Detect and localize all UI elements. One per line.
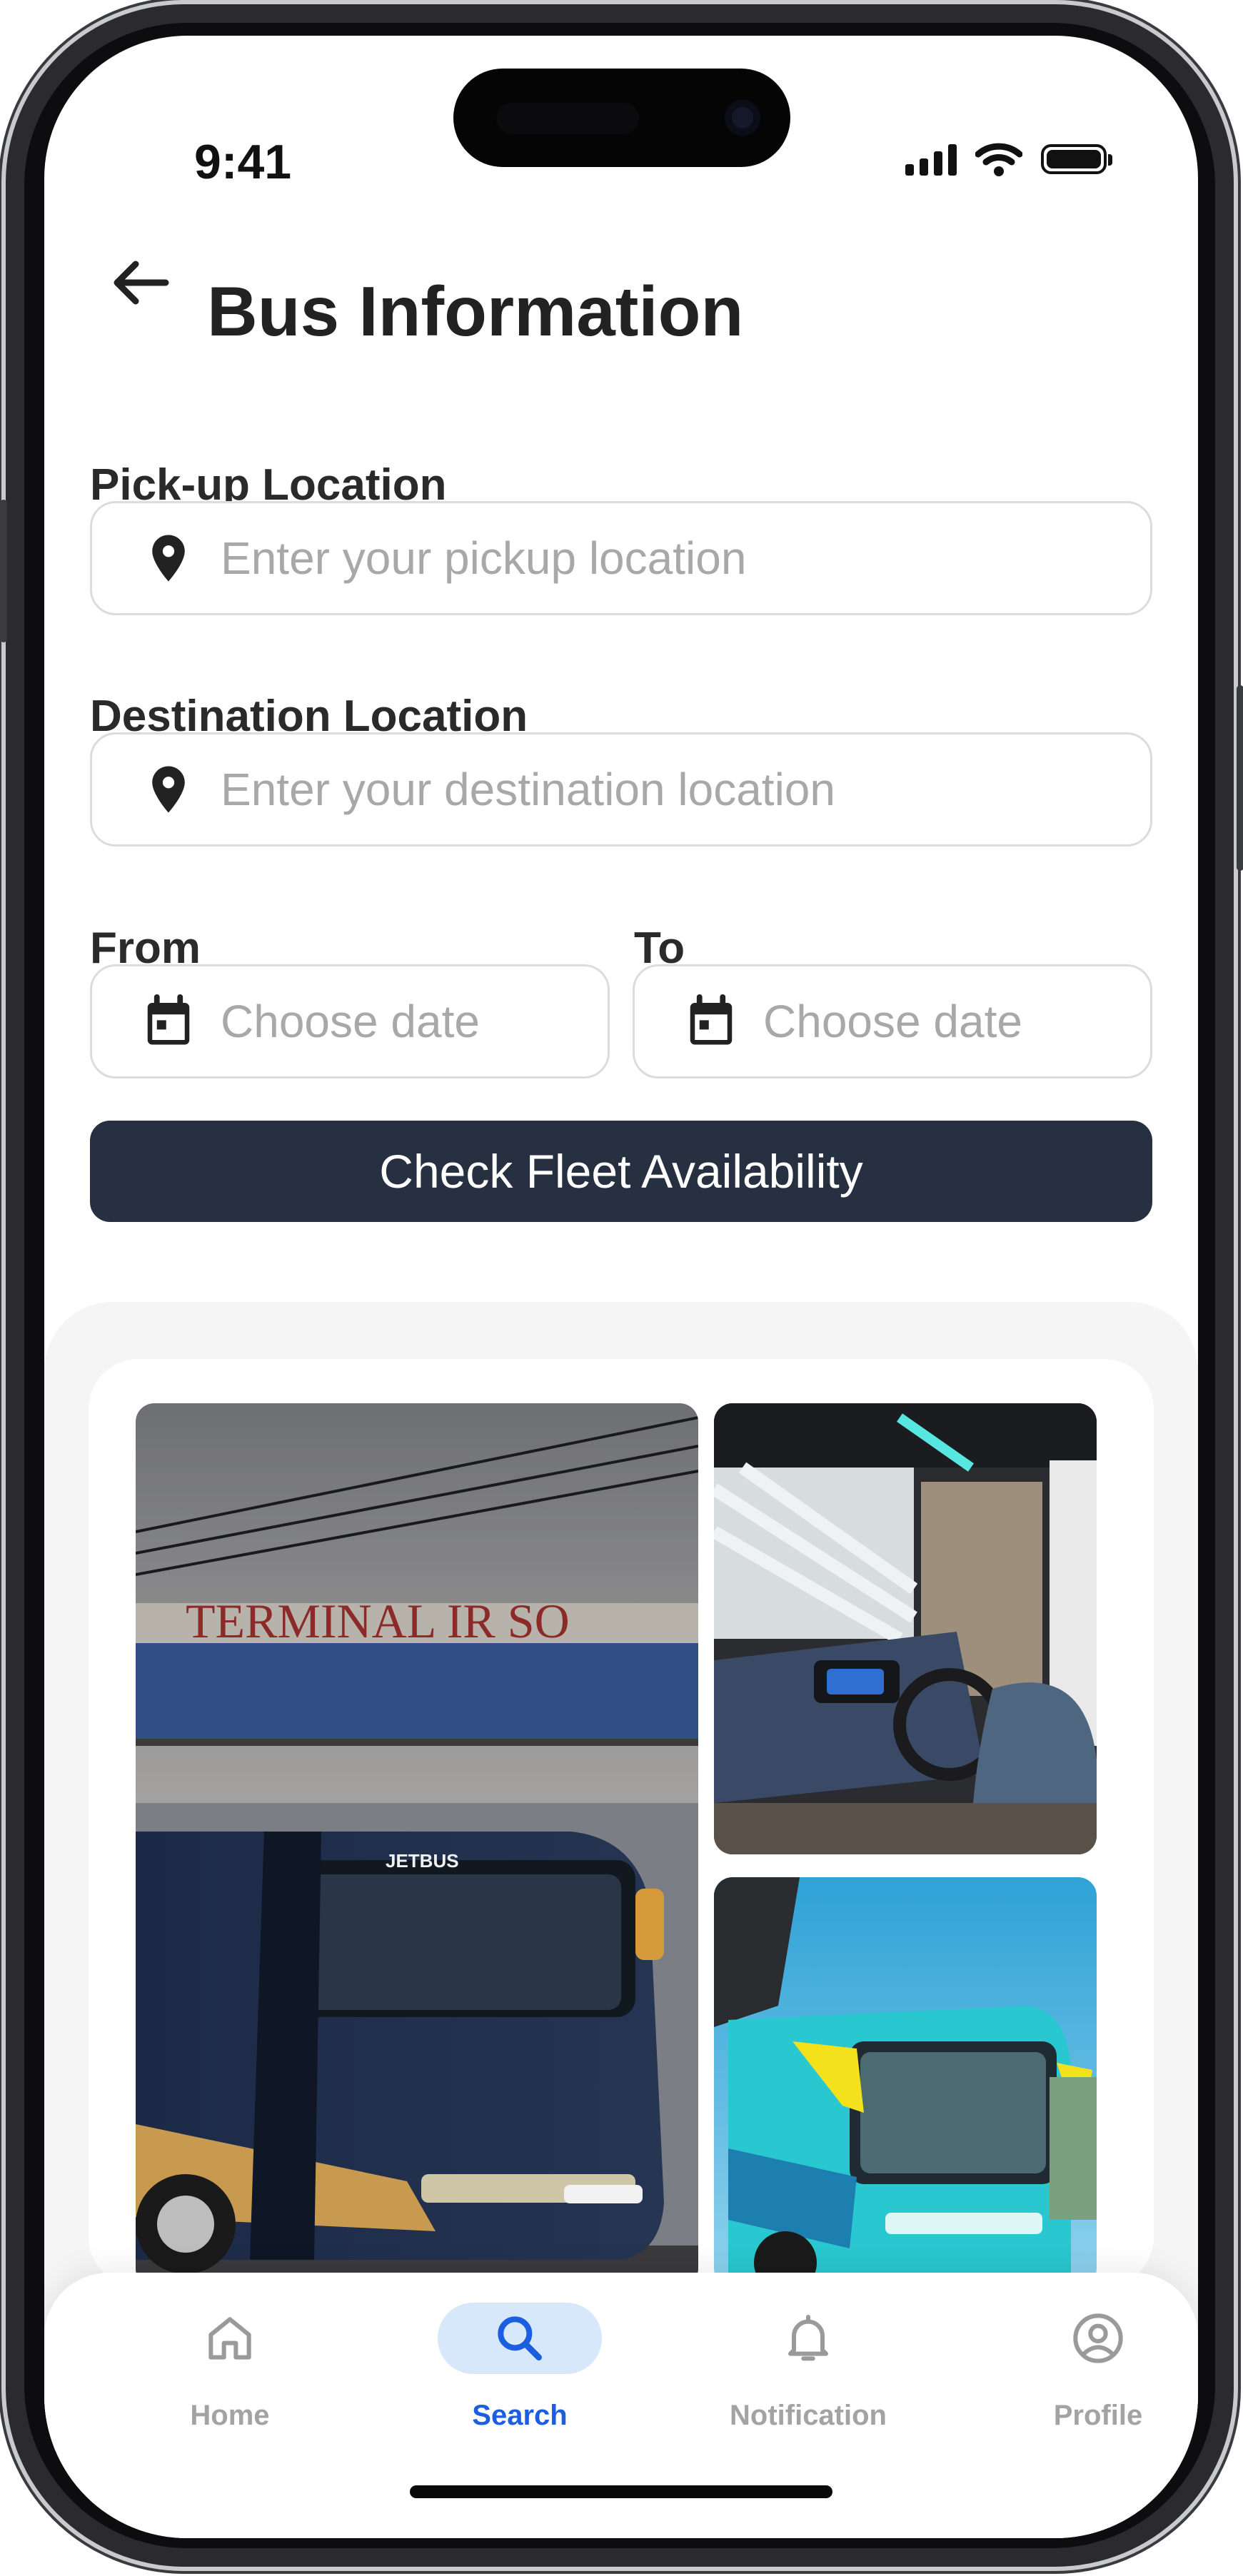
status-time: 9:41	[194, 135, 292, 189]
signal-icon	[905, 143, 957, 176]
profile-icon	[1073, 2313, 1123, 2363]
island-sensor	[496, 103, 639, 134]
pickup-input[interactable]	[219, 531, 1150, 585]
from-date-input[interactable]	[219, 994, 608, 1049]
calendar-icon	[147, 994, 190, 1045]
bus-terminal-photo[interactable]: TERMINAL IR SO JETBUS	[136, 1403, 698, 2287]
app-screen: 9:41 Bus Information Pick-up Location De…	[44, 36, 1198, 2538]
nav-label-profile: Profile	[1053, 2400, 1143, 2431]
calendar-icon	[690, 994, 733, 1045]
side-button-right	[1237, 685, 1243, 871]
nav-item-home[interactable]: Home	[123, 2310, 337, 2432]
back-arrow-icon[interactable]	[104, 247, 176, 318]
battery-icon	[1041, 144, 1112, 174]
location-pin-icon	[152, 766, 185, 813]
nav-label-search: Search	[472, 2400, 568, 2431]
active-nav-pill	[438, 2303, 602, 2374]
to-date-input[interactable]	[762, 994, 1150, 1049]
bus-exterior-photo[interactable]	[714, 1877, 1097, 2287]
bus-interior-photo[interactable]	[714, 1403, 1097, 1854]
nav-item-notification[interactable]: Notification	[701, 2310, 915, 2432]
page-title: Bus Information	[207, 272, 744, 350]
check-fleet-button[interactable]: Check Fleet Availability	[90, 1121, 1152, 1222]
to-date-field[interactable]	[633, 964, 1152, 1079]
location-pin-icon	[152, 535, 185, 582]
nav-label-notification: Notification	[730, 2400, 887, 2431]
status-icons	[905, 141, 1112, 177]
nav-item-search[interactable]: Search	[413, 2303, 627, 2432]
from-date-field[interactable]	[90, 964, 610, 1079]
destination-field[interactable]	[90, 732, 1152, 847]
svg-text:JETBUS: JETBUS	[386, 1850, 459, 1872]
destination-input[interactable]	[219, 762, 1150, 817]
front-camera	[725, 100, 760, 136]
pickup-field[interactable]	[90, 501, 1152, 615]
search-icon	[498, 2316, 542, 2360]
side-button-left	[0, 500, 7, 642]
home-indicator[interactable]	[410, 2485, 832, 2498]
wifi-icon	[975, 143, 1022, 176]
bell-icon	[788, 2315, 828, 2361]
dynamic-island	[453, 69, 790, 167]
nav-item-profile[interactable]: Profile	[991, 2310, 1198, 2432]
gallery-card: TERMINAL IR SO JETBUS	[89, 1359, 1154, 2287]
nav-label-home: Home	[190, 2400, 270, 2431]
svg-text:TERMINAL IR SO: TERMINAL IR SO	[186, 1594, 570, 1648]
bottom-nav: Home Search Notification Profile	[44, 2273, 1198, 2538]
home-icon	[208, 2317, 251, 2360]
